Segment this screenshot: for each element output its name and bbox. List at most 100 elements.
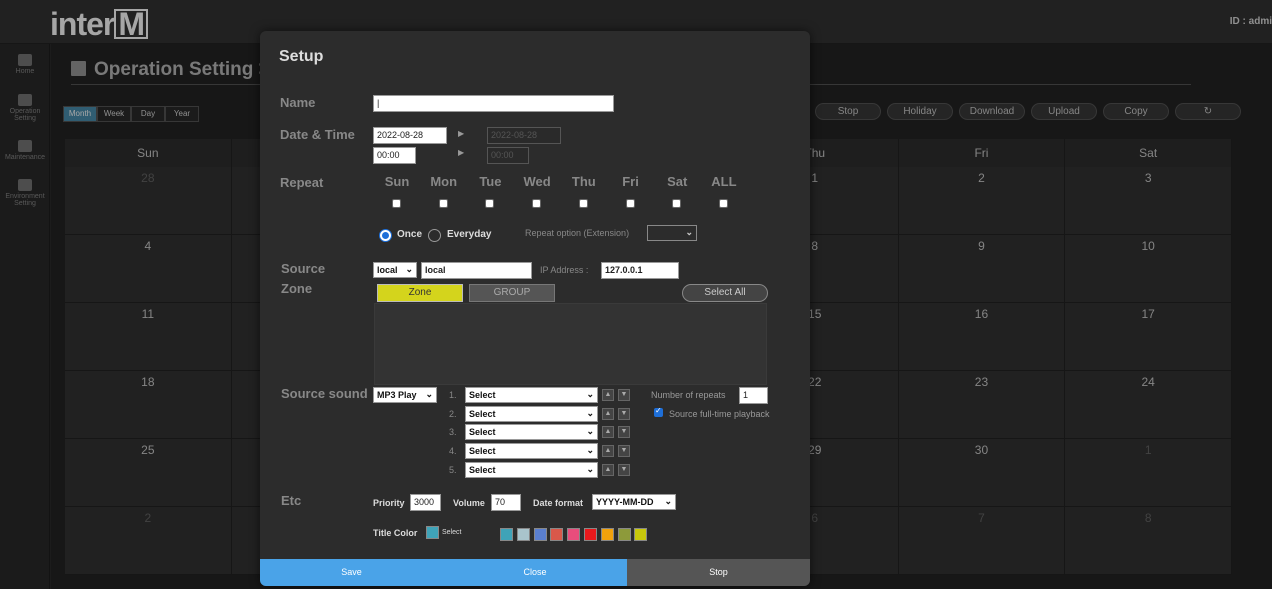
play-arrow-icon: ▶ [458,148,465,157]
end-date-input[interactable]: 2022-08-28 [487,127,561,144]
sound-file-value: Select [469,390,496,400]
move-down-icon[interactable]: ▼ [618,407,630,420]
sound-file-select[interactable]: Select ⌄ [465,443,598,460]
color-swatch[interactable] [600,528,614,541]
sound-file-value: Select [469,446,496,457]
day-label: Thu [571,174,596,189]
move-down-icon[interactable]: ▼ [618,445,630,458]
color-swatch[interactable] [634,528,648,541]
move-up-icon[interactable]: ▲ [602,463,614,476]
priority-label: Priority [373,498,405,508]
day-checkbox[interactable] [438,199,448,208]
day-checkbox[interactable] [625,199,635,208]
etc-label: Etc [281,493,302,508]
close-button[interactable]: Close [443,559,627,586]
move-up-icon[interactable]: ▲ [602,426,614,439]
sound-file-select[interactable]: Select ⌄ [465,387,598,403]
day-label: Mon [430,174,458,189]
day-label: ALL [711,174,737,189]
start-time-input[interactable]: 00:00 [373,147,416,164]
chevron-down-icon: ⌄ [586,389,594,399]
slot-number: 2. [449,408,457,419]
repeat-option-select[interactable]: ⌄ [647,225,697,241]
color-swatch[interactable] [533,528,547,541]
name-input[interactable]: | [373,95,614,112]
chevron-down-icon: ⌄ [586,445,594,456]
once-label: Once [397,229,423,240]
day-checkbox[interactable] [392,199,401,208]
day-checkbox[interactable] [578,199,588,208]
name-label: Name [280,95,316,110]
fulltime-checkbox[interactable] [654,406,663,417]
setup-dialog: Setup Name | Date & Time 2022-08-28 ▶ 20… [260,31,810,586]
repeat-label: Repeat [280,175,324,190]
move-up-icon[interactable]: ▲ [602,389,614,401]
everyday-radio[interactable] [428,229,441,242]
slot-number: 3. [449,427,457,438]
end-time-input[interactable]: 00:00 [487,147,529,164]
move-down-icon[interactable]: ▼ [618,463,630,476]
source-sound-label: Source sound [281,386,368,401]
day-checkbox[interactable] [485,199,495,208]
chevron-down-icon: ⌄ [405,264,413,274]
sound-file-value: Select [469,408,496,419]
sound-type-select[interactable]: MP3 Play ⌄ [373,387,437,403]
day-label: Wed [523,174,551,189]
once-radio[interactable] [379,229,392,242]
chevron-down-icon: ⌄ [586,426,594,437]
chevron-down-icon: ⌄ [586,407,594,418]
volume-input[interactable]: 70 [491,494,521,511]
repeats-input[interactable]: 1 [739,387,768,404]
selected-color-swatch[interactable] [426,526,439,539]
select-all-button[interactable]: Select All [682,284,768,302]
repeat-option-label: Repeat option (Extension) [525,228,630,238]
sound-file-select[interactable]: Select ⌄ [465,424,598,441]
repeats-label: Number of repeats [651,390,726,400]
day-label: Tue [479,174,502,189]
save-button[interactable]: Save [260,559,443,586]
volume-label: Volume [453,498,485,508]
chevron-down-icon: ⌄ [586,463,594,474]
ip-address-input[interactable]: 127.0.0.1 [601,262,679,279]
source-label: Source [281,261,326,276]
tab-group[interactable]: GROUP [469,284,555,302]
source-input[interactable]: local [421,262,532,279]
day-checkbox[interactable] [532,199,542,208]
color-swatch[interactable] [550,528,564,541]
color-swatch[interactable] [500,528,513,541]
day-label: Fri [622,174,639,189]
day-checkbox[interactable] [718,199,728,208]
move-up-icon[interactable]: ▲ [602,407,614,420]
color-swatch[interactable] [617,528,631,541]
ip-address-label: IP Address : [540,265,589,275]
color-swatch[interactable] [567,528,581,541]
color-swatch[interactable] [584,528,597,541]
start-date-input[interactable]: 2022-08-28 [373,127,447,144]
tab-zone[interactable]: Zone [377,284,463,302]
stop-button[interactable]: Stop [627,559,810,586]
sound-file-select[interactable]: Select ⌄ [465,405,598,422]
zone-list[interactable] [374,303,767,385]
zone-label: Zone [281,281,313,296]
datetime-label: Date & Time [280,127,355,142]
day-label: Sun [384,174,410,189]
sound-file-value: Select [469,427,496,438]
title-color-label: Title Color [373,528,418,538]
day-checkbox[interactable] [672,199,682,208]
color-swatch[interactable] [516,528,530,541]
move-up-icon[interactable]: ▲ [602,445,614,458]
date-format-select[interactable]: YYYY-MM-DD ⌄ [592,494,676,510]
chevron-down-icon: ⌄ [664,496,672,506]
priority-input[interactable]: 3000 [410,494,441,511]
dialog-title: Setup [279,48,324,65]
source-select[interactable]: local ⌄ [373,262,417,278]
move-down-icon[interactable]: ▼ [618,426,630,439]
move-down-icon[interactable]: ▼ [618,389,630,401]
slot-number: 4. [449,446,457,457]
slot-number: 5. [449,464,457,475]
play-arrow-icon: ▶ [458,129,465,138]
chevron-down-icon: ⌄ [425,389,433,399]
sound-file-select[interactable]: Select ⌄ [465,461,598,478]
date-format-label: Date format [533,498,584,508]
everyday-label: Everyday [447,229,492,240]
